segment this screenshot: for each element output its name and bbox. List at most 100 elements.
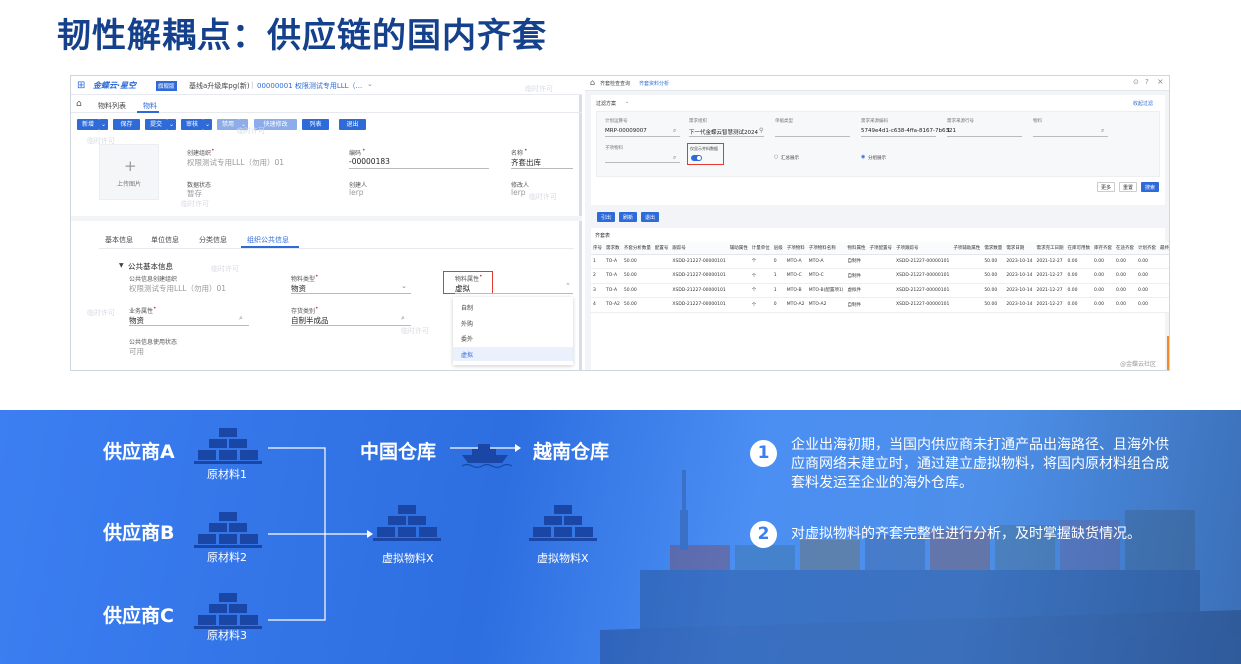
table-row[interactable]: 3 TO-A 50.00 XSDD-21227-00000101 个 1 MTO-B MTO-… — [591, 283, 1169, 298]
grid-cell: XSDD-21227-00000101 — [893, 268, 952, 284]
grid-header-cell[interactable]: 库存齐套 — [1091, 242, 1114, 255]
grid-header-cell[interactable]: 子项跟踪号 — [893, 242, 952, 255]
tab-material[interactable]: 物料 — [143, 101, 157, 111]
user-icon[interactable]: ⚲ — [759, 127, 763, 134]
save-button[interactable]: 保存 — [113, 119, 140, 130]
name-input[interactable]: 齐套出库 — [511, 157, 541, 168]
grid-header-cell[interactable]: 计量单位 — [749, 242, 772, 255]
grid-cell — [951, 268, 983, 284]
exit-button[interactable]: 退出 — [339, 119, 366, 130]
grid-header-cell[interactable]: 需求数 — [604, 242, 622, 255]
kit-only-toggle[interactable] — [691, 155, 702, 161]
child-material-underline — [605, 162, 680, 163]
export-button[interactable]: 引出 — [597, 212, 615, 222]
option-self-made[interactable]: 自制 — [461, 303, 473, 312]
grid-header-cell[interactable]: 配置号 — [652, 242, 671, 255]
radio-group[interactable]: ◉ — [861, 154, 865, 160]
grid-header-cell[interactable]: 子项配置号 — [867, 242, 894, 255]
reset-button[interactable]: 重置 — [1119, 182, 1137, 192]
chevron-down-icon[interactable]: ⌄ — [401, 282, 407, 290]
new-button[interactable]: 新增 — [77, 119, 99, 130]
tab-kitting-check[interactable]: 齐套检查查询 — [600, 80, 630, 87]
search-button[interactable]: 搜索 — [1141, 182, 1159, 192]
grid-header-cell[interactable]: 物料属性 — [845, 242, 868, 255]
new-dropdown-icon[interactable]: ⌄ — [99, 119, 108, 130]
grid-header-cell[interactable]: 需求日期 — [1004, 242, 1035, 255]
grid-header-cell[interactable]: 层级 — [771, 242, 785, 255]
table-row[interactable]: 1 TO-A 50.00 XSDD-21227-00000101 个 0 MTO-A MTO-… — [591, 254, 1169, 269]
grid-header-cell[interactable]: 在途齐套 — [1113, 242, 1136, 255]
grid-header-cell[interactable]: 子项辅助属性 — [951, 242, 983, 255]
chevron-down-icon[interactable]: ⌄ — [625, 99, 629, 105]
radio-summary[interactable]: ○ — [774, 154, 778, 160]
list-button[interactable]: 列表 — [302, 119, 329, 130]
grid-header-cell[interactable]: 在库可用数 — [1065, 242, 1092, 255]
option-virtual[interactable]: 虚拟 — [461, 350, 473, 359]
exit-button[interactable]: 退出 — [641, 212, 659, 222]
apps-grid-icon[interactable]: ⊞ — [77, 80, 85, 91]
collapse-filter-link[interactable]: 收起过滤 — [1133, 100, 1153, 107]
table-row[interactable]: 4 TO-A2 50.00 XSDD-21227-00000101 个 0 MTO-A2 MT… — [591, 297, 1169, 313]
home-icon[interactable]: ⌂ — [76, 99, 82, 109]
scrollbar[interactable] — [1167, 336, 1169, 370]
source-line-input[interactable]: 1 — [947, 128, 951, 134]
search-icon[interactable]: ⌕ — [1101, 127, 1104, 135]
grid-cell: MTO-B — [784, 283, 807, 298]
demand-org-input[interactable]: 下一代金蝶云智慧测试2024 — [689, 128, 758, 136]
audit-button[interactable]: 审核 — [181, 119, 203, 130]
grid-header-cell[interactable]: 子项物料名称 — [806, 242, 846, 255]
tab-kitting-analysis[interactable]: 齐套资料分析 — [639, 80, 669, 87]
grid-cell: 自制件 — [845, 268, 868, 284]
grid-cell: 2021-12-27 — [1034, 268, 1066, 284]
section-collapse-icon[interactable]: ▼ — [119, 262, 124, 269]
mrp-no-underline — [605, 136, 680, 137]
option-outsourced[interactable]: 委外 — [461, 334, 473, 343]
mrp-no-input[interactable]: MRP-00009007 — [605, 128, 647, 134]
breadcrumb-org[interactable]: 00000001 权限测试专用LLL（... — [257, 81, 362, 91]
grid-header-cell[interactable]: 齐套分析数量 — [621, 242, 653, 255]
image-upload[interactable]: + 上传图片 — [99, 144, 159, 200]
submit-button[interactable]: 提交 — [145, 119, 167, 130]
home-icon[interactable]: ⌂ — [590, 78, 595, 87]
grid-header-cell[interactable]: 需求数量 — [982, 242, 1005, 255]
table-row[interactable]: 2 TO-A 50.00 XSDD-21227-00000101 个 1 MTO-C MTO-… — [591, 268, 1169, 284]
grid-cell: 50.00 — [982, 283, 1005, 298]
help-icon[interactable]: ? — [1145, 78, 1149, 86]
search-icon[interactable]: ⌕ — [239, 314, 243, 323]
chevron-down-icon[interactable]: ⌄ — [367, 80, 373, 88]
grid-header-cell[interactable]: 子项物料 — [784, 242, 807, 255]
code-input[interactable]: -00000183 — [349, 157, 390, 166]
search-icon[interactable]: ⌕ — [673, 127, 676, 135]
grid-header-cell[interactable]: 跟踪号 — [670, 242, 728, 255]
grid-header-cell[interactable]: 辅助属性 — [727, 242, 750, 255]
submit-dropdown-icon[interactable]: ⌄ — [167, 119, 176, 130]
breadcrumb-base[interactable]: 基线a升级库pg(新) — [189, 81, 250, 91]
grid-cell: TO-A2 — [604, 297, 622, 313]
chevron-up-icon[interactable]: ⌃ — [565, 282, 571, 290]
source-code-input[interactable]: 5749e4d1-c638-4ffa-8167-7b6321 — [861, 128, 956, 134]
code-label: 编码 — [349, 150, 362, 157]
option-purchased[interactable]: 外购 — [461, 319, 473, 328]
disable-button[interactable]: 禁用 — [217, 119, 239, 130]
grid-cell: TO-A — [604, 254, 622, 269]
tab-material-list[interactable]: 物料列表 — [98, 101, 126, 111]
more-button[interactable]: 更多 — [1097, 182, 1115, 192]
search-icon[interactable]: ⌕ — [401, 314, 405, 323]
refresh-button[interactable]: 刷新 — [619, 212, 637, 222]
subtab-category[interactable]: 分类信息 — [199, 235, 227, 245]
subtab-org-public[interactable]: 组织公共信息 — [247, 235, 289, 245]
audit-dropdown-icon[interactable]: ⌄ — [203, 119, 212, 130]
grid-cell: MTO-B(配置项1) — [806, 283, 846, 298]
grid-header-cell[interactable]: 需求完工日期 — [1034, 242, 1066, 255]
close-icon[interactable]: × — [1157, 77, 1164, 86]
material-label: 物料 — [1033, 119, 1042, 124]
location-icon[interactable]: ⊙ — [1133, 78, 1139, 86]
subtab-basic[interactable]: 基本信息 — [105, 235, 133, 245]
grid-cell: 0.00 — [1091, 268, 1114, 284]
grid-header-cell[interactable]: 计划齐套 — [1135, 242, 1158, 255]
grid-cell: 1 — [771, 268, 785, 284]
subtab-unit[interactable]: 单位信息 — [151, 235, 179, 245]
grid-header-cell[interactable]: 序号 — [591, 242, 604, 255]
grid-header-cell[interactable]: 最终齐套数量 — [1157, 242, 1169, 255]
search-icon[interactable]: ⌕ — [673, 154, 676, 162]
